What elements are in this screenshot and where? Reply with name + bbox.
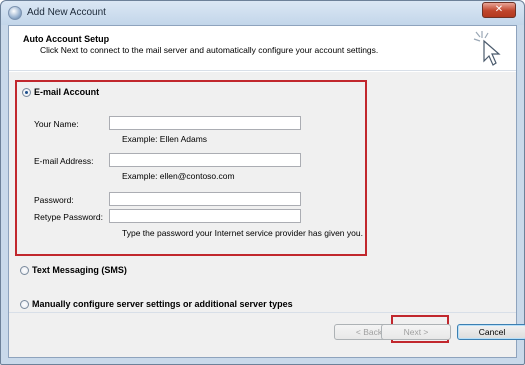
email-address-label: E-mail Address: <box>34 156 94 166</box>
title-bar: Add New Account ✕ <box>1 1 524 25</box>
manual-config-label[interactable]: Manually configure server settings or ad… <box>32 299 293 309</box>
password-hint: Type the password your Internet service … <box>122 228 363 238</box>
dialog-content: Auto Account Setup Click Next to connect… <box>8 25 525 358</box>
next-button[interactable]: Next > <box>381 324 451 340</box>
email-account-radio[interactable] <box>22 88 31 97</box>
window-title: Add New Account <box>27 7 106 18</box>
button-bar: < Back Next > Cancel <box>9 312 525 357</box>
cursor-click-icon <box>473 31 501 66</box>
app-icon <box>8 6 22 20</box>
your-name-label: Your Name: <box>34 119 79 129</box>
password-input[interactable] <box>109 192 301 206</box>
account-options: E-mail Account Your Name: Example: Ellen… <box>9 72 516 312</box>
email-account-group: E-mail Account Your Name: Example: Ellen… <box>15 80 367 256</box>
manual-config-radio[interactable] <box>20 300 29 309</box>
header: Auto Account Setup Click Next to connect… <box>9 26 516 71</box>
text-messaging-radio[interactable] <box>20 266 29 275</box>
header-title: Auto Account Setup <box>23 34 110 44</box>
close-icon[interactable]: ✕ <box>482 2 516 18</box>
retype-password-label: Retype Password: <box>34 212 103 222</box>
email-address-hint: Example: ellen@contoso.com <box>122 171 235 181</box>
email-address-input[interactable] <box>109 153 301 167</box>
add-new-account-dialog: Add New Account ✕ Auto Account Setup Cli… <box>0 0 525 365</box>
text-messaging-label[interactable]: Text Messaging (SMS) <box>32 265 127 275</box>
retype-password-input[interactable] <box>109 209 301 223</box>
your-name-hint: Example: Ellen Adams <box>122 134 208 144</box>
header-subtitle: Click Next to connect to the mail server… <box>40 45 379 55</box>
password-label: Password: <box>34 195 74 205</box>
your-name-input[interactable] <box>109 116 301 130</box>
cancel-button[interactable]: Cancel <box>457 324 525 340</box>
email-account-label[interactable]: E-mail Account <box>34 87 99 97</box>
